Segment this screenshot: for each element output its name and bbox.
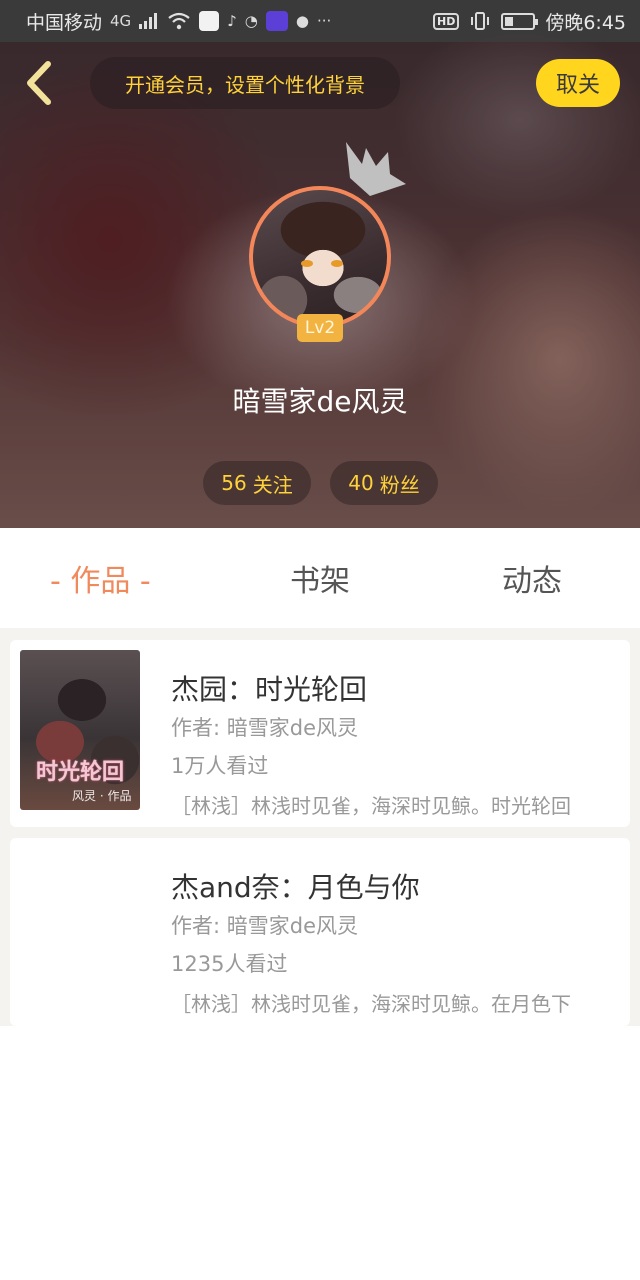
vibrate-icon [471,12,490,30]
app-badge-icon [265,11,288,31]
wechat-icon: ◔ [244,12,258,30]
back-button[interactable] [18,56,64,110]
work-title: 杰and奈：月色与你 [171,871,420,904]
cover-title: 时光轮回 [35,759,124,785]
tab-works[interactable]: - 作品 - [50,556,151,600]
profile-tabs: - 作品 - 书架 动态 [0,528,640,628]
following-count: 56 [221,471,247,495]
fans-count: 40 [348,471,374,495]
following-label: 关注 [252,472,293,497]
work-title: 杰园：时光轮回 [171,673,368,706]
fans-label: 粉丝 [379,472,420,497]
signal-icon [139,13,158,29]
tab-bookshelf[interactable]: 书架 [290,556,350,600]
work-author: 作者: 暗雪家de风灵 [171,914,358,938]
network-type: 4G [110,12,132,30]
carrier-name: 中国移动 [26,11,103,34]
list-item[interactable]: 杰and奈：月色与你 作者: 暗雪家de风灵 1235人看过 ［林浅］林浅时见雀… [10,838,630,1026]
empty-area [0,1026,640,1280]
work-description: ［林浅］林浅时见雀，海深时见鲸。在月色下 [171,992,571,1016]
unfollow-button[interactable]: 取关 [536,59,620,107]
avatar-eye [301,260,313,267]
username: 暗雪家de风灵 [232,385,408,418]
lightbulb-icon: ● [295,12,309,30]
work-description: ［林浅］林浅时见雀，海深时见鲸。时光轮回 [171,794,571,818]
more-notifications: ··· [316,12,332,30]
work-views: 1235人看过 [171,952,288,976]
level-badge: Lv2 [297,314,343,342]
book-cover: 时光轮回 风灵 · 作品 [20,650,140,810]
avatar-eye [331,260,343,267]
vip-background-banner[interactable]: 开通会员，设置个性化背景 [90,57,400,109]
status-bar: 中国移动 4G ♪ ◔ ● ··· HD 傍晚6:45 [0,0,640,42]
works-list: 时光轮回 风灵 · 作品 杰园：时光轮回 作者: 暗雪家de风灵 1万人看过 ［… [0,628,640,1026]
app-notification-icon [199,11,220,31]
list-item[interactable]: 时光轮回 风灵 · 作品 杰园：时光轮回 作者: 暗雪家de风灵 1万人看过 ［… [10,640,630,827]
wifi-icon [168,12,190,30]
crown-icon [346,142,406,196]
chevron-left-icon [27,61,51,105]
following-stat[interactable]: 56 关注 [203,461,311,505]
work-author: 作者: 暗雪家de风灵 [171,716,358,740]
status-time: 傍晚6:45 [545,11,626,34]
hd-icon: HD [432,12,460,30]
music-note-icon: ♪ [227,12,237,30]
cover-subtitle: 风灵 · 作品 [72,789,132,803]
fans-stat[interactable]: 40 粉丝 [330,461,438,505]
battery-icon [501,12,539,30]
work-views: 1万人看过 [171,754,269,778]
avatar[interactable] [249,186,391,328]
tab-activity[interactable]: 动态 [502,556,562,600]
